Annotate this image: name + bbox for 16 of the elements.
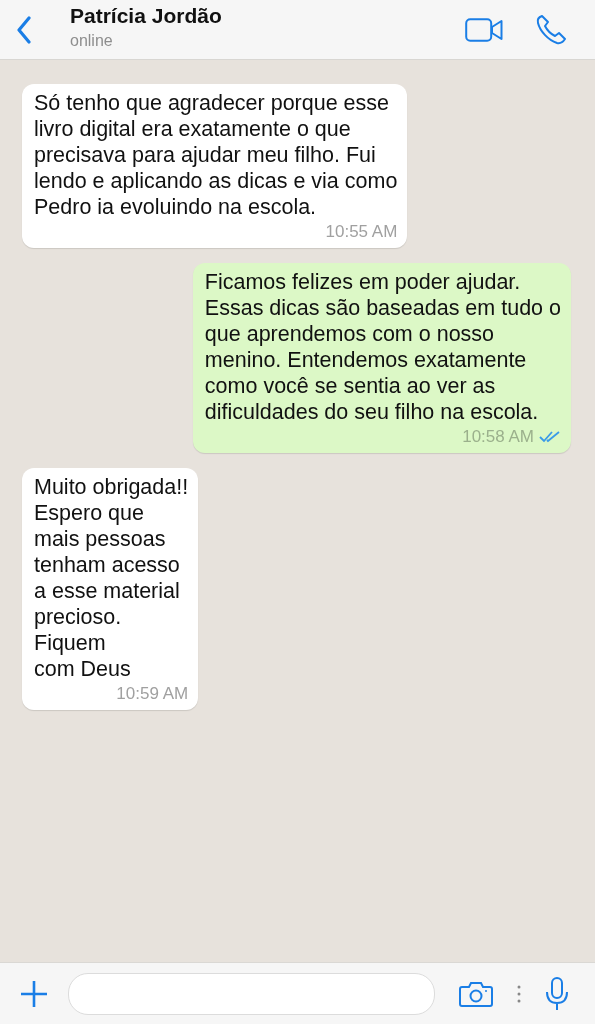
phone-icon[interactable]	[535, 13, 567, 46]
message-text: Só tenho que agradecer porque esse livro digital era exatamente o que precisava para ajudar meu filho. Fui lendo e aplicando as dicas e via como Pedro ia evoluindo na escola.	[34, 90, 398, 220]
plus-icon[interactable]	[20, 979, 48, 1008]
video-camera-icon[interactable]	[465, 17, 503, 42]
message-time: 10:59 AM	[116, 684, 189, 704]
message-text: Ficamos felizes em poder ajudar. Essas dicas são baseadas em tudo o que aprendemos com o nosso menino. Entendemos exatamente como você se sentia ao ver as dificuldades do seu filho na escola.	[204, 269, 561, 425]
divider-dots-icon	[517, 984, 521, 1003]
microphone-icon[interactable]	[545, 976, 569, 1011]
message-time: 10:55 AM	[325, 222, 398, 242]
message-text: Muito obrigada!! Espero que mais pessoas tenham acesso a esse material precioso. Fiquem com Deus	[34, 474, 189, 682]
message-time: 10:58 AM	[462, 427, 534, 447]
message-input-field[interactable]	[68, 972, 435, 1015]
camera-icon[interactable]	[459, 979, 493, 1008]
contact-name[interactable]: Patrícia Jordão	[70, 2, 222, 29]
back-icon[interactable]	[16, 15, 32, 44]
contact-status: online	[70, 30, 113, 51]
